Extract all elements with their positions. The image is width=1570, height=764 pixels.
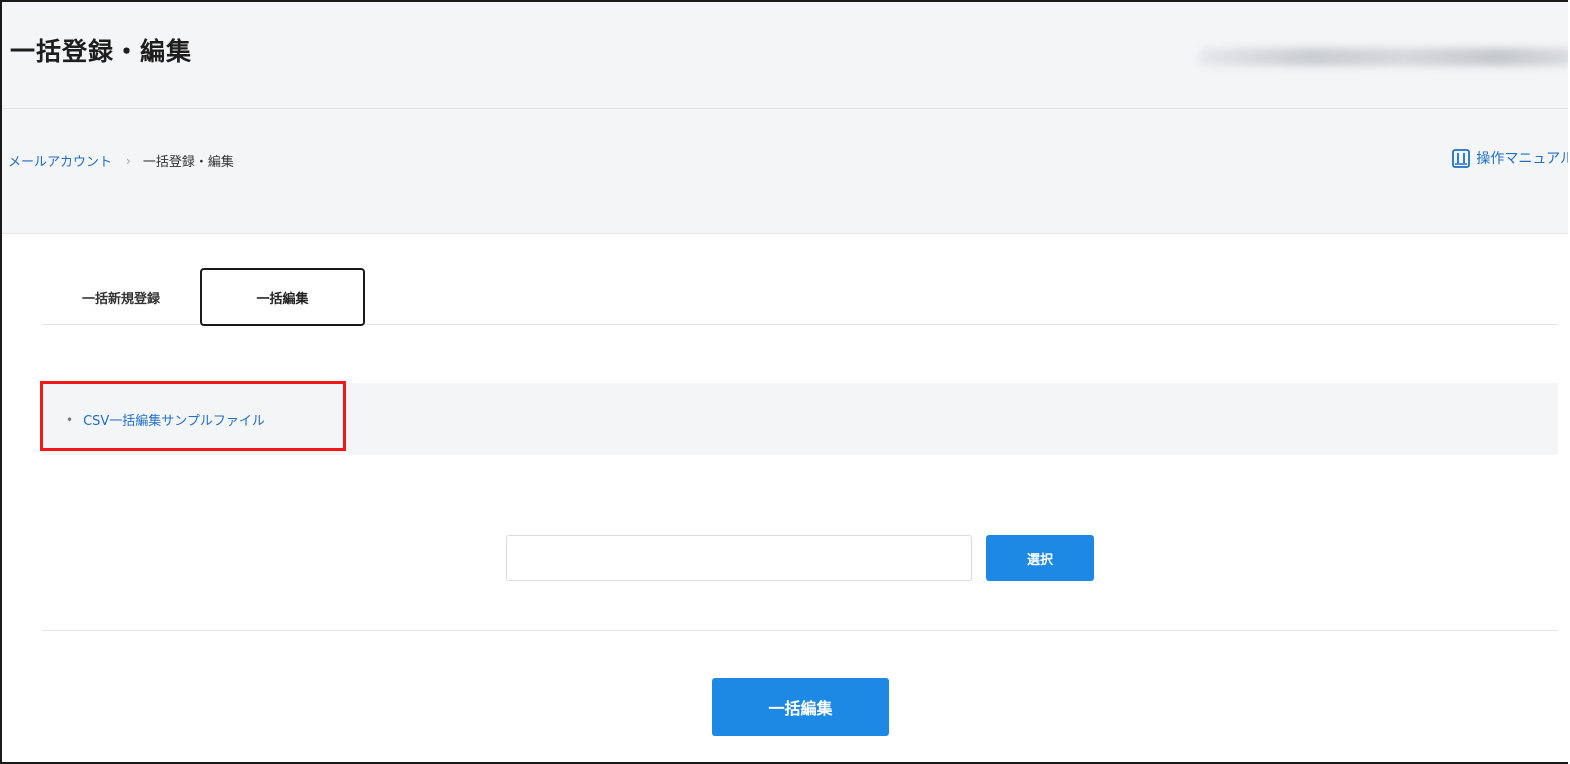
file-path-input[interactable] <box>506 535 972 581</box>
tab-bar: 一括新規登録 一括編集 <box>42 268 1558 326</box>
sample-file-panel: • CSV一括編集サンプルファイル <box>42 383 1558 455</box>
manual-link-label: 操作マニュアル <box>1476 151 1568 167</box>
page-header: 一括登録・編集 <box>2 2 1568 109</box>
user-info-blurred <box>1198 48 1568 66</box>
csv-sample-file-link[interactable]: CSV一括編集サンプルファイル <box>83 410 265 429</box>
select-file-button[interactable]: 選択 <box>986 535 1094 581</box>
list-item: • CSV一括編集サンプルファイル <box>66 410 265 430</box>
breadcrumb-bar: メールアカウント › 一括登録・編集 操作マニュアル <box>2 109 1568 234</box>
app-window: 一括登録・編集 メールアカウント › 一括登録・編集 操作マニュアル 一括新規登… <box>0 0 1568 764</box>
breadcrumb-link-mail-account[interactable]: メールアカウント <box>8 151 112 170</box>
divider <box>42 630 1558 631</box>
tab-bulk-register[interactable]: 一括新規登録 <box>42 268 200 326</box>
breadcrumb-current: 一括登録・編集 <box>142 155 234 170</box>
bullet: • <box>66 412 74 427</box>
breadcrumb-separator: › <box>126 153 131 168</box>
book-icon <box>1452 148 1471 168</box>
bulk-edit-submit-button[interactable]: 一括編集 <box>712 678 889 736</box>
breadcrumb: メールアカウント › 一括登録・編集 <box>8 151 234 171</box>
page-title: 一括登録・編集 <box>10 37 193 66</box>
manual-link[interactable]: 操作マニュアル <box>1452 148 1568 168</box>
tab-bulk-edit[interactable]: 一括編集 <box>200 268 365 326</box>
